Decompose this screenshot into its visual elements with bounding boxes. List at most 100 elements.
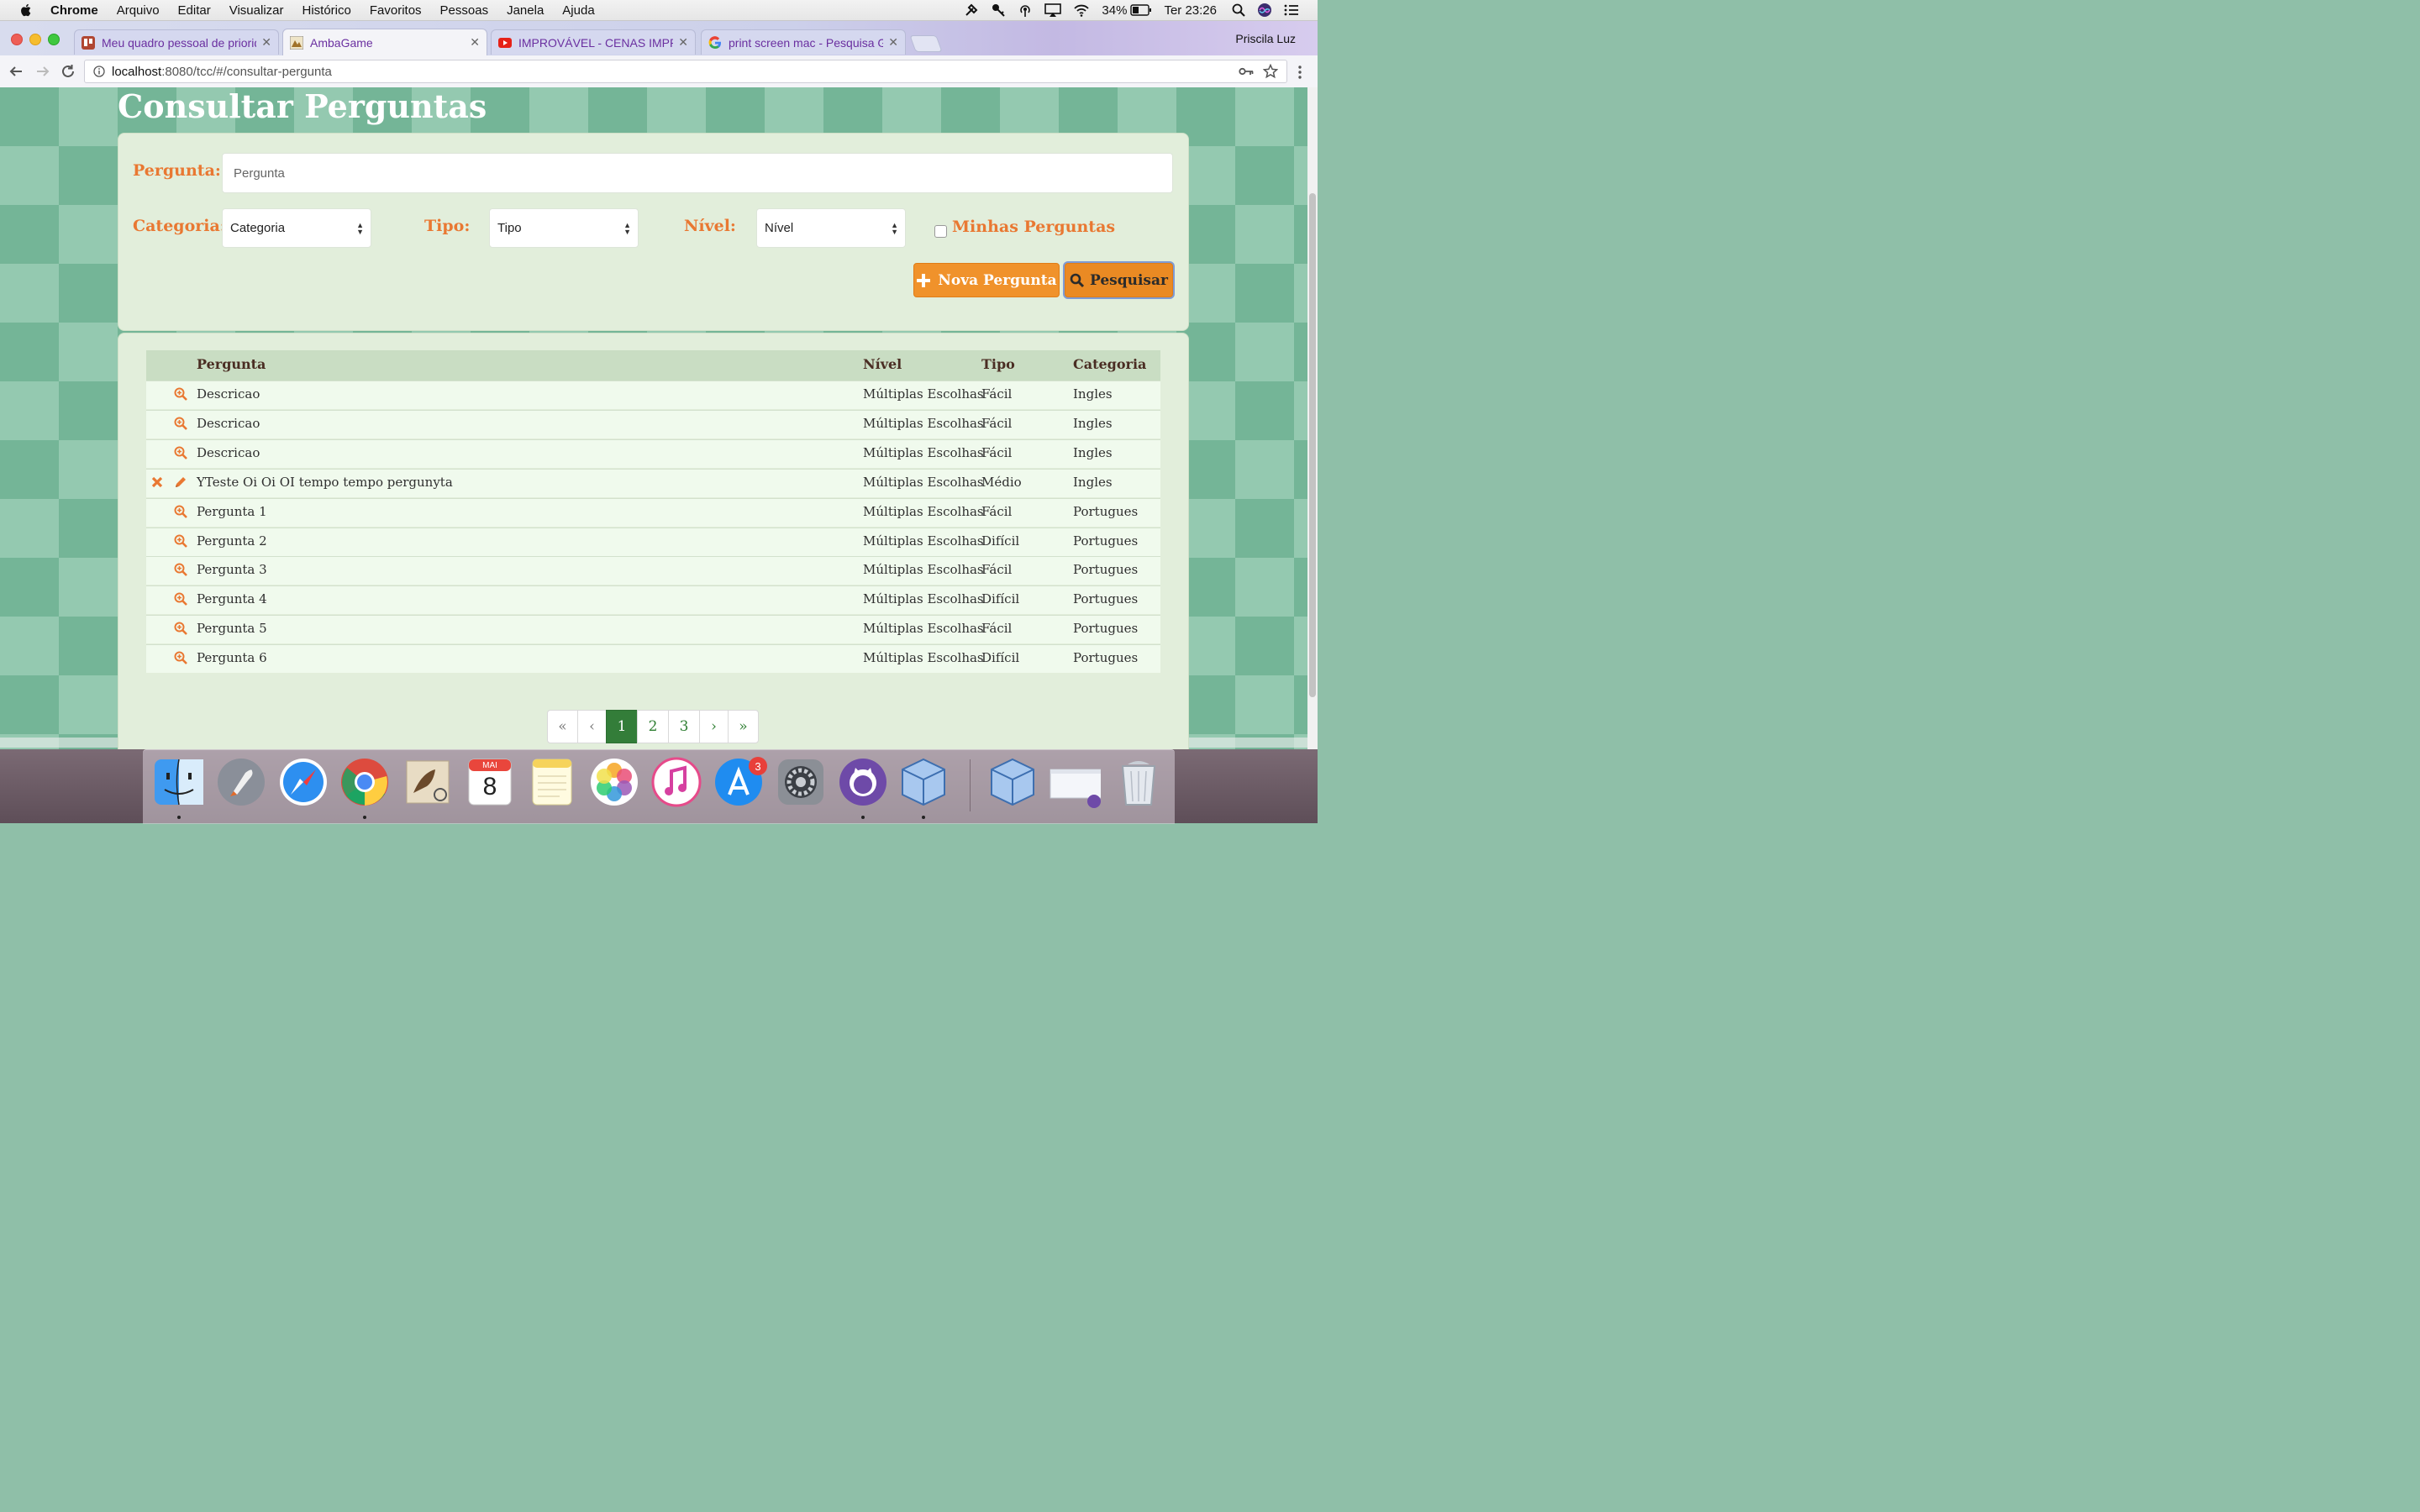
cell-categoria: Ingles	[1073, 445, 1113, 460]
pagination-page-2[interactable]: 2	[637, 710, 669, 743]
menu-app-chrome[interactable]: Chrome	[50, 3, 98, 18]
menu-visualizar[interactable]: Visualizar	[229, 3, 284, 18]
site-info-icon[interactable]	[93, 66, 105, 77]
pagination-page-3[interactable]: 3	[668, 710, 700, 743]
bookmark-star-icon[interactable]	[1263, 64, 1278, 79]
zoom-view-icon[interactable]	[174, 387, 187, 401]
clock[interactable]: Ter 23:26	[1164, 3, 1217, 18]
close-window-button[interactable]	[11, 34, 23, 45]
close-tab-icon[interactable]: ✕	[261, 35, 271, 50]
menu-pessoas[interactable]: Pessoas	[440, 3, 489, 18]
close-tab-icon[interactable]: ✕	[888, 35, 898, 50]
pagination-prev[interactable]: ‹	[577, 710, 607, 743]
github-desktop-icon[interactable]	[837, 756, 889, 808]
tab-ambagame[interactable]: AmbaGame ✕	[282, 29, 487, 55]
zoom-view-icon[interactable]	[174, 446, 187, 459]
broadcast-icon[interactable]	[1018, 3, 1033, 18]
profile-name[interactable]: Priscila Luz	[1235, 32, 1296, 45]
virtualbox-window-icon[interactable]	[986, 756, 1039, 808]
pesquisar-button[interactable]: Pesquisar	[1065, 263, 1173, 297]
categoria-select-value: Categoria	[230, 221, 286, 235]
zoom-view-icon[interactable]	[174, 622, 187, 635]
scrollbar-thumb[interactable]	[1309, 193, 1316, 697]
battery-icon[interactable]	[1130, 4, 1152, 16]
safari-icon[interactable]	[277, 756, 329, 808]
close-tab-icon[interactable]: ✕	[678, 35, 688, 50]
cell-categoria: Portugues	[1073, 621, 1139, 636]
pergunta-label: Pergunta:	[133, 161, 221, 180]
key-status-icon[interactable]	[991, 3, 1006, 18]
nivel-select[interactable]: Nível ▲ ▼	[756, 208, 906, 248]
pagination-first[interactable]: «	[547, 710, 578, 743]
reload-icon[interactable]	[60, 64, 76, 79]
menu-ajuda[interactable]: Ajuda	[562, 3, 594, 18]
tab-google[interactable]: print screen mac - Pesquisa G ✕	[701, 29, 906, 55]
tool-status-icon[interactable]	[964, 3, 979, 18]
itunes-icon[interactable]	[650, 756, 702, 808]
minhas-perguntas-checkbox[interactable]	[934, 225, 947, 238]
system-preferences-icon[interactable]	[775, 756, 827, 808]
battery-percent: 34%	[1102, 3, 1128, 18]
launchpad-icon[interactable]	[215, 756, 267, 808]
spotlight-search-icon[interactable]	[1232, 3, 1245, 17]
cell-tipo: Fácil	[981, 504, 1013, 519]
menu-editar[interactable]: Editar	[178, 3, 211, 18]
categoria-select[interactable]: Categoria ▲ ▼	[222, 208, 371, 248]
tab-title: print screen mac - Pesquisa G	[729, 35, 884, 50]
back-arrow-icon[interactable]	[8, 64, 24, 79]
chrome-menu-icon[interactable]	[1297, 65, 1302, 80]
zoom-view-icon[interactable]	[174, 651, 187, 664]
zoom-view-icon[interactable]	[174, 534, 187, 548]
forward-arrow-icon[interactable]	[35, 64, 50, 79]
zoom-view-icon[interactable]	[174, 417, 187, 430]
zoom-view-icon[interactable]	[174, 592, 187, 606]
header-nivel[interactable]: Nível	[863, 356, 902, 372]
close-tab-icon[interactable]: ✕	[470, 35, 480, 50]
pagination-page-1[interactable]: 1	[606, 710, 638, 743]
siri-icon[interactable]	[1257, 3, 1272, 18]
cell-nivel: Múltiplas Escolhas	[863, 650, 984, 665]
mail-icon[interactable]	[402, 756, 454, 808]
edit-pencil-icon[interactable]	[174, 475, 187, 489]
minhas-perguntas-label[interactable]: Minhas Perguntas	[952, 218, 1115, 236]
finder-icon[interactable]	[153, 756, 205, 808]
notification-center-icon[interactable]	[1284, 3, 1299, 17]
header-pergunta[interactable]: Pergunta	[197, 356, 266, 372]
menu-favoritos[interactable]: Favoritos	[370, 3, 422, 18]
cell-tipo: Fácil	[981, 621, 1013, 636]
pagination-next[interactable]: ›	[699, 710, 729, 743]
menu-janela[interactable]: Janela	[507, 3, 544, 18]
nova-pergunta-button[interactable]: Nova Pergunta	[913, 263, 1060, 297]
key-password-icon[interactable]	[1239, 66, 1254, 77]
zoom-view-icon[interactable]	[174, 505, 187, 518]
header-tipo[interactable]: Tipo	[981, 356, 1015, 372]
trash-icon[interactable]	[1113, 756, 1165, 808]
menu-historico[interactable]: Histórico	[302, 3, 351, 18]
zoom-view-icon[interactable]	[174, 563, 187, 576]
virtualbox-icon[interactable]	[897, 756, 950, 808]
cell-categoria: Portugues	[1073, 591, 1139, 606]
minimized-window-icon[interactable]	[1049, 756, 1101, 808]
cell-categoria: Portugues	[1073, 533, 1139, 549]
pagination-last[interactable]: »	[728, 710, 759, 743]
select-arrows-icon: ▲ ▼	[891, 221, 898, 236]
new-tab-button[interactable]	[909, 35, 943, 52]
wifi-icon[interactable]	[1073, 3, 1090, 18]
tab-trello[interactable]: Meu quadro pessoal de priorid ✕	[74, 29, 279, 55]
minimize-window-button[interactable]	[29, 34, 41, 45]
cell-categoria: Portugues	[1073, 562, 1139, 577]
delete-x-icon[interactable]	[150, 475, 164, 489]
chrome-icon[interactable]	[339, 756, 391, 808]
zoom-window-button[interactable]	[48, 34, 60, 45]
photos-icon[interactable]	[588, 756, 640, 808]
notes-icon[interactable]	[526, 756, 578, 808]
airplay-icon[interactable]	[1044, 3, 1062, 18]
apple-logo-icon[interactable]	[18, 3, 34, 18]
tipo-select[interactable]: Tipo ▲ ▼	[489, 208, 639, 248]
menu-arquivo[interactable]: Arquivo	[117, 3, 160, 18]
address-bar[interactable]: localhost:8080/tcc/#/consultar-pergunta	[84, 60, 1287, 83]
cell-tipo: Difícil	[981, 650, 1020, 665]
tab-youtube[interactable]: IMPROVÁVEL - CENAS IMPROV ✕	[491, 29, 696, 55]
header-categoria[interactable]: Categoria	[1073, 356, 1146, 372]
pergunta-search-input[interactable]: Pergunta	[222, 153, 1173, 193]
